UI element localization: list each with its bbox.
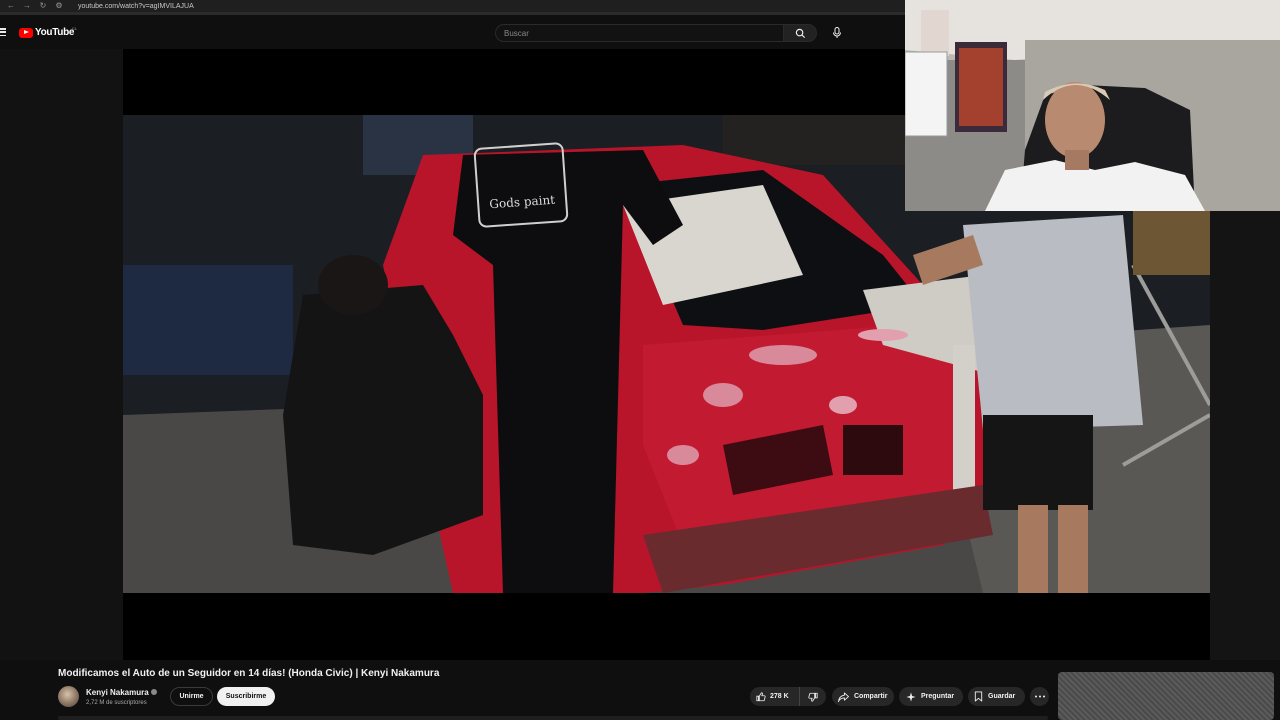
like-count: 278 K	[770, 693, 789, 700]
shirt-logo: Gods paint	[473, 141, 569, 229]
search-input[interactable]	[504, 28, 764, 38]
video-metadata: Modificamos el Auto de un Seguidor en 14…	[0, 660, 1280, 720]
logo-text: YouTube	[35, 27, 75, 38]
subscriber-count: 2,72 M de suscriptores	[86, 700, 147, 706]
like-icon	[756, 691, 766, 701]
search-icon	[795, 28, 805, 38]
share-button[interactable]: Compartir	[832, 687, 894, 706]
webcam-scene	[905, 0, 1280, 211]
recommended-video-thumbnail[interactable]	[1058, 672, 1274, 720]
site-info-icon[interactable]: ⚙	[54, 1, 64, 11]
verified-icon	[151, 689, 157, 695]
ask-label: Preguntar	[921, 693, 955, 700]
webcam-overlay	[905, 0, 1280, 211]
scroll-edge	[58, 716, 1048, 720]
dislike-icon	[808, 692, 818, 702]
screen: ← → ↻ ⚙ youtube.com/watch?v=agIMVILAJUA …	[0, 0, 1280, 720]
reload-icon[interactable]: ↻	[38, 1, 48, 11]
mic-icon	[833, 27, 841, 38]
share-icon	[838, 691, 849, 702]
youtube-logo-icon	[19, 27, 33, 38]
save-icon	[974, 691, 983, 702]
search-box	[495, 24, 783, 42]
browser-toolbar: ← → ↻ ⚙ youtube.com/watch?v=agIMVILAJUA	[0, 0, 905, 12]
subscribe-button[interactable]: Suscribirme	[217, 687, 275, 706]
address-bar[interactable]: youtube.com/watch?v=agIMVILAJUA	[78, 3, 194, 10]
search-button[interactable]	[783, 24, 817, 42]
forward-icon[interactable]: →	[22, 1, 32, 11]
sparkle-icon	[906, 691, 916, 702]
ask-button[interactable]: Preguntar	[899, 687, 963, 706]
video-title: Modificamos el Auto de un Seguidor en 14…	[58, 668, 440, 679]
voice-search-button[interactable]	[827, 23, 847, 43]
save-button[interactable]: Guardar	[968, 687, 1025, 706]
more-icon	[1034, 695, 1045, 698]
avatar[interactable]	[58, 686, 79, 707]
like-dislike-group: 278 K	[750, 687, 826, 706]
more-actions-button[interactable]	[1030, 687, 1049, 706]
page-gutter	[1210, 211, 1280, 660]
shirt-logo-text: Gods paint	[488, 192, 556, 212]
like-button[interactable]: 278 K	[750, 687, 800, 706]
country-code: CL	[72, 26, 78, 31]
masthead: YouTube CL	[0, 15, 905, 49]
dislike-button[interactable]	[800, 687, 826, 706]
save-label: Guardar	[988, 693, 1016, 700]
menu-icon[interactable]	[0, 28, 6, 36]
channel-name[interactable]: Kenyi Nakamura	[86, 688, 149, 697]
join-button[interactable]: Unirme	[170, 687, 213, 706]
youtube-logo[interactable]: YouTube	[19, 27, 75, 38]
back-icon[interactable]: ←	[6, 1, 16, 11]
share-label: Compartir	[854, 693, 888, 700]
page-gutter	[0, 49, 123, 660]
